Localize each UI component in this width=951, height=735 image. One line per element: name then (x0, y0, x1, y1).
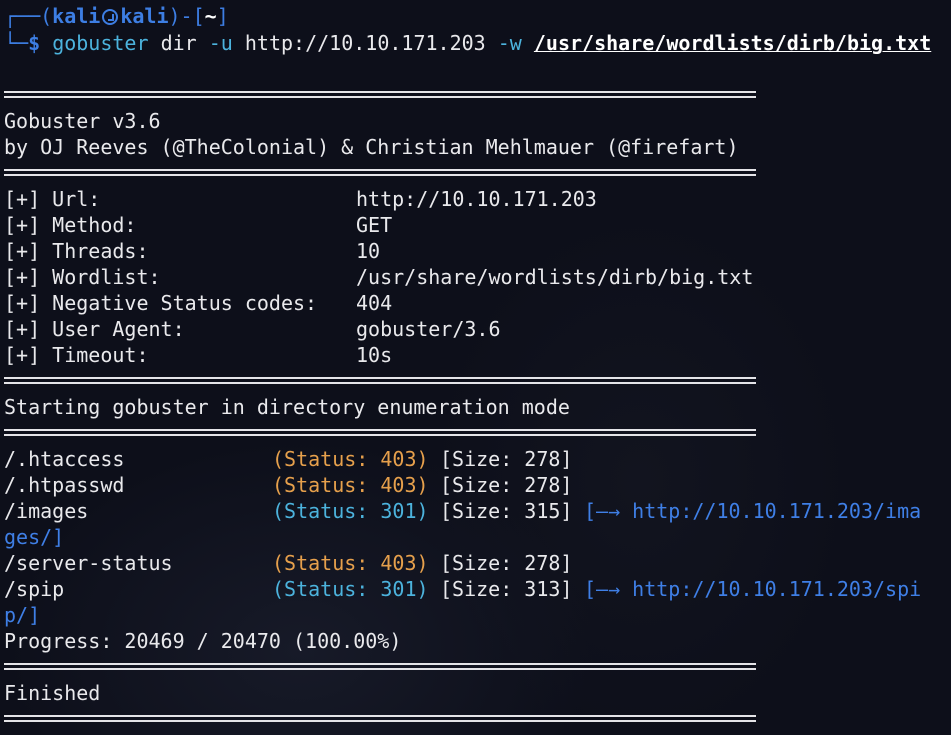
config-label: [+] User Agent: (4, 317, 185, 341)
result-size: [Size: 313] (440, 577, 573, 601)
config-value: http://10.10.171.203 (356, 187, 597, 211)
prompt-frame-left: ┌──( (4, 4, 53, 28)
progress-line: Progress: 20469 / 20470 (100.00%) (4, 629, 402, 653)
separator (4, 169, 756, 176)
separator (4, 91, 756, 98)
prompt-symbol: $ (28, 31, 41, 55)
config-label: [+] Negative Status codes: (4, 291, 318, 315)
kali-dragon-icon (102, 9, 119, 25)
prompt-frame-mid: )-[ (168, 4, 205, 28)
config-label: [+] Threads: (4, 239, 149, 263)
result-row: /server-status (Status: 403) [Size: 278] (4, 550, 944, 576)
config-label: [+] Timeout: (4, 343, 149, 367)
config-label: [+] Url: (4, 187, 101, 211)
separator (4, 715, 756, 722)
command-url-arg: http://10.10.171.203 (244, 31, 486, 55)
config-value: /usr/share/wordlists/dirb/big.txt (356, 265, 754, 289)
prompt-frame-close: ] (216, 4, 229, 28)
prompt-host: kali (120, 4, 169, 28)
config-row: [+] Wordlist: /usr/share/wordlists/dirb/b… (4, 264, 753, 290)
terminal-window[interactable]: ┌──(kali kali)-[~] └─$ gobuster dir -u ht… (0, 0, 951, 735)
result-path: /spip (4, 577, 65, 601)
result-path: /.htpasswd (4, 473, 125, 497)
command-wordlist-arg: /usr/share/wordlists/dirb/big.txt (533, 31, 932, 55)
config-row: [+] Method: GET (4, 212, 392, 238)
config-row: [+] Threads: 10 (4, 238, 380, 264)
result-redirect-wrap[interactable]: p/] (4, 602, 40, 628)
config-value: 404 (356, 291, 393, 315)
command-line[interactable]: └─$ gobuster dir -u http://10.10.171.203… (4, 30, 931, 56)
separator (4, 429, 756, 436)
result-redirect-link[interactable]: [—→ http://10.10.171.203/ima (584, 498, 921, 524)
result-row: /spip (Status: 301) [Size: 313] [—→ http://… (4, 576, 944, 602)
config-label: [+] Method: (4, 213, 137, 237)
result-status: (Status: 403) (272, 473, 429, 497)
result-size: [Size: 315] (440, 499, 573, 523)
config-row: [+] Negative Status codes: 404 (4, 290, 392, 316)
start-message: Starting gobuster in directory enumerati… (4, 395, 570, 419)
config-row: [+] Url: http://10.10.171.203 (4, 186, 597, 212)
prompt-cwd: ~ (204, 4, 217, 28)
result-status: (Status: 301) (272, 577, 429, 601)
command-flag-u: -u (208, 31, 233, 55)
result-size: [Size: 278] (440, 551, 573, 575)
result-row: /images (Status: 301) [Size: 315] [—→ http:… (4, 498, 944, 524)
config-row: [+] Timeout: 10s (4, 342, 392, 368)
result-path: /images (4, 499, 89, 523)
separator (4, 377, 756, 384)
result-path: /server-status (4, 551, 173, 575)
result-status: (Status: 301) (272, 499, 429, 523)
config-label: [+] Wordlist: (4, 265, 161, 289)
result-path: /.htaccess (4, 447, 125, 471)
prompt-line-top: ┌──(kali kali)-[~] (4, 3, 229, 29)
config-row: [+] User Agent: gobuster/3.6 (4, 316, 501, 342)
result-redirect-link[interactable]: [—→ http://10.10.171.203/spi (584, 576, 921, 602)
command-flag-w: -w (497, 31, 522, 55)
result-redirect-wrap[interactable]: ges/] (4, 524, 64, 550)
config-value: 10 (356, 239, 381, 263)
command-name: gobuster (52, 31, 149, 55)
result-size: [Size: 278] (440, 473, 573, 497)
result-status: (Status: 403) (272, 551, 429, 575)
result-row: /.htaccess (Status: 403) [Size: 278] (4, 446, 944, 472)
config-value: 10s (356, 343, 393, 367)
command-subcommand: dir (160, 31, 197, 55)
config-value: GET (356, 213, 393, 237)
result-status: (Status: 403) (272, 447, 429, 471)
prompt-frame-bottom: └─ (4, 31, 29, 55)
banner-authors: by OJ Reeves (@TheColonial) & Christian … (4, 135, 739, 159)
config-value: gobuster/3.6 (356, 317, 501, 341)
result-row: /.htpasswd (Status: 403) [Size: 278] (4, 472, 944, 498)
result-size: [Size: 278] (440, 447, 573, 471)
prompt-user: kali (52, 4, 101, 28)
banner-title: Gobuster v3.6 (4, 109, 161, 133)
separator (4, 663, 756, 670)
finished-line: Finished (4, 681, 101, 705)
